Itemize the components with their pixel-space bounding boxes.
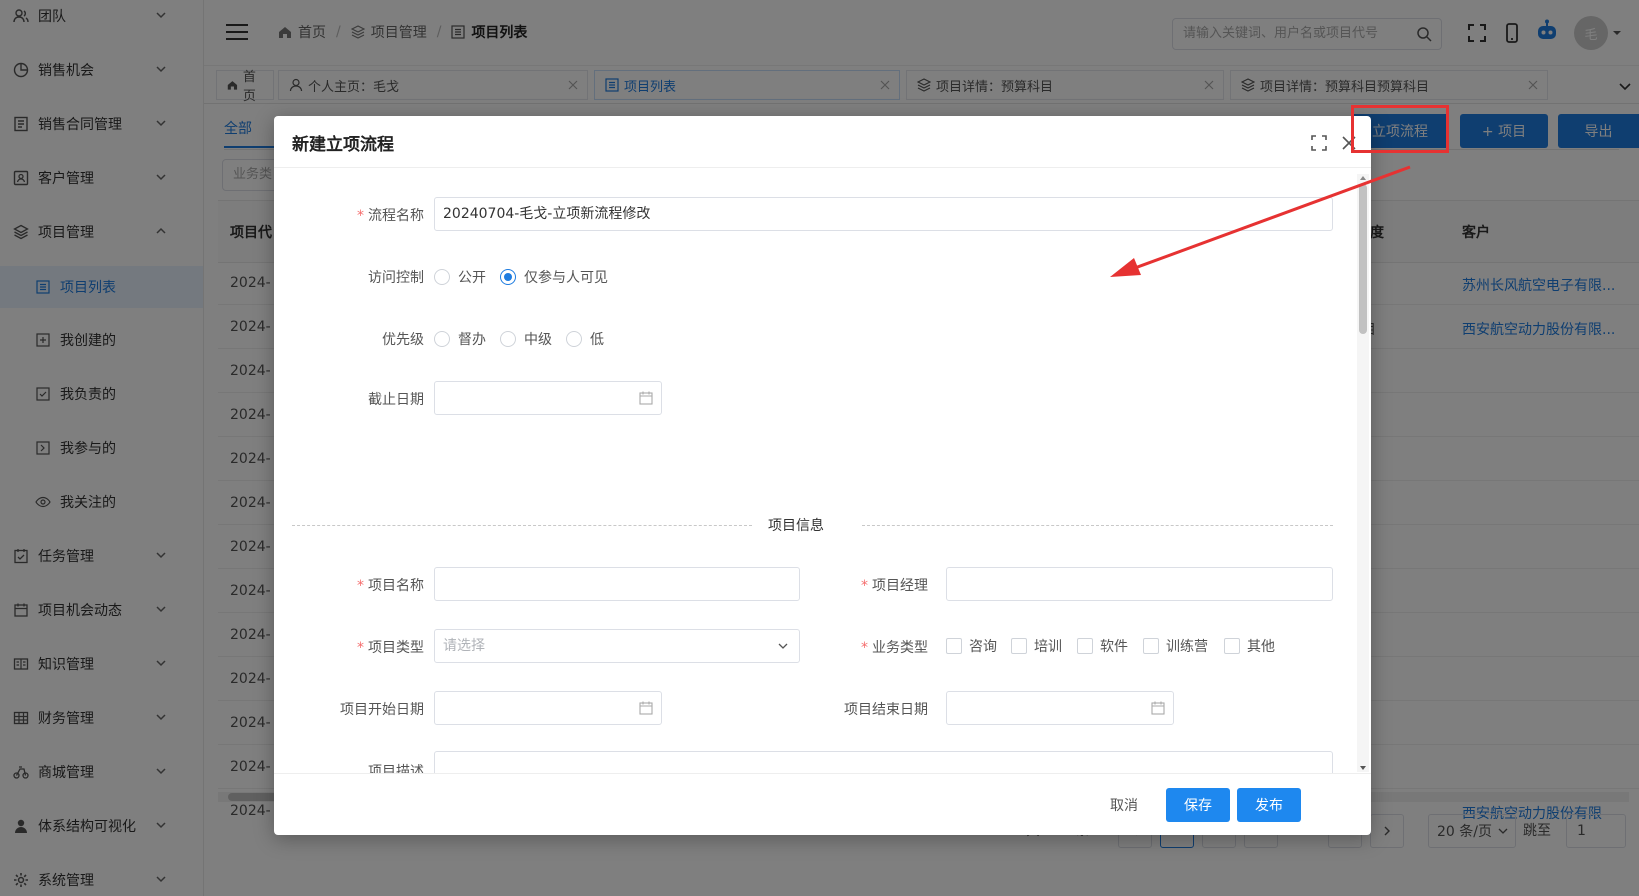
new-process-dialog: 新建立项流程 * 流程名称 20240704-毛戈-立项新流程修改 访问控制 公开… bbox=[274, 116, 1371, 835]
checkbox-box bbox=[946, 638, 962, 654]
dialog-title: 新建立项流程 bbox=[292, 135, 394, 155]
checkbox-label: 其他 bbox=[1247, 639, 1275, 655]
radio-dot bbox=[500, 331, 516, 347]
business-training-checkbox[interactable]: 培训 bbox=[1011, 636, 1062, 656]
business-consulting-checkbox[interactable]: 咨询 bbox=[946, 636, 997, 656]
radio-label: 低 bbox=[590, 332, 604, 348]
section-divider bbox=[292, 525, 752, 526]
business-other-checkbox[interactable]: 其他 bbox=[1224, 636, 1275, 656]
dialog-header: 新建立项流程 bbox=[274, 116, 1371, 168]
label-text: 流程名称 bbox=[368, 208, 424, 224]
access-control-label: 访问控制 bbox=[368, 270, 424, 286]
checkbox-label: 咨询 bbox=[969, 639, 997, 655]
checkbox-box bbox=[1224, 638, 1240, 654]
project-name-input[interactable] bbox=[434, 567, 800, 601]
priority-urgent-radio[interactable]: 督办 bbox=[434, 329, 486, 349]
business-bootcamp-checkbox[interactable]: 训练营 bbox=[1143, 636, 1208, 656]
radio-label: 仅参与人可见 bbox=[524, 270, 608, 286]
label-text: 项目经理 bbox=[872, 578, 928, 594]
end-date-label: 项目结束日期 bbox=[844, 702, 928, 718]
cancel-button[interactable]: 取消 bbox=[1096, 788, 1152, 822]
project-manager-label: * 项目经理 bbox=[818, 575, 928, 595]
project-type-label: * 项目类型 bbox=[314, 637, 424, 657]
end-date-picker[interactable] bbox=[946, 691, 1174, 725]
scrollbar-thumb[interactable] bbox=[1359, 184, 1367, 334]
project-name-label: * 项目名称 bbox=[314, 575, 424, 595]
project-type-select[interactable]: 请选择 bbox=[434, 629, 800, 663]
publish-button[interactable]: 发布 bbox=[1237, 788, 1301, 822]
access-public-radio[interactable]: 公开 bbox=[434, 267, 486, 287]
dialog-scrollbar[interactable] bbox=[1357, 174, 1369, 772]
checkbox-box bbox=[1011, 638, 1027, 654]
required-mark: * bbox=[861, 578, 868, 594]
required-mark: * bbox=[861, 640, 868, 656]
required-mark: * bbox=[357, 640, 364, 656]
access-participants-radio[interactable]: 仅参与人可见 bbox=[500, 267, 608, 287]
calendar-icon bbox=[639, 391, 653, 405]
priority-medium-radio[interactable]: 中级 bbox=[500, 329, 552, 349]
annotation-highlight-box bbox=[1351, 105, 1449, 153]
project-manager-input[interactable] bbox=[946, 567, 1333, 601]
section-divider bbox=[862, 525, 1333, 526]
dialog-body: * 流程名称 20240704-毛戈-立项新流程修改 访问控制 公开 仅参与人可见… bbox=[274, 169, 1355, 773]
checkbox-box bbox=[1143, 638, 1159, 654]
maximize-icon[interactable] bbox=[1310, 134, 1328, 152]
required-mark: * bbox=[357, 578, 364, 594]
label-text: 项目类型 bbox=[368, 640, 424, 656]
priority-label: 优先级 bbox=[382, 332, 424, 348]
calendar-icon bbox=[1151, 701, 1165, 715]
description-textarea[interactable] bbox=[434, 751, 1333, 773]
section-title: 项目信息 bbox=[768, 518, 824, 534]
save-button[interactable]: 保存 bbox=[1166, 788, 1230, 822]
scroll-up-icon[interactable] bbox=[1359, 174, 1367, 182]
radio-label: 督办 bbox=[458, 332, 486, 348]
start-date-label: 项目开始日期 bbox=[340, 702, 424, 718]
checkbox-box bbox=[1077, 638, 1093, 654]
radio-dot bbox=[566, 331, 582, 347]
dialog-footer: 取消 保存 发布 bbox=[274, 773, 1371, 835]
checkbox-label: 软件 bbox=[1100, 639, 1128, 655]
label-text: 项目名称 bbox=[368, 578, 424, 594]
description-label: 项目描述 bbox=[368, 764, 424, 773]
process-name-label: * 流程名称 bbox=[314, 205, 424, 225]
label-text: 业务类型 bbox=[872, 640, 928, 656]
radio-dot bbox=[434, 269, 450, 285]
required-mark: * bbox=[357, 208, 364, 224]
radio-label: 中级 bbox=[524, 332, 552, 348]
business-type-label: * 业务类型 bbox=[818, 637, 928, 657]
process-name-input[interactable]: 20240704-毛戈-立项新流程修改 bbox=[434, 197, 1333, 231]
chevron-down-icon bbox=[778, 643, 788, 649]
radio-label: 公开 bbox=[458, 270, 486, 286]
checkbox-label: 培训 bbox=[1034, 639, 1062, 655]
radio-dot bbox=[434, 331, 450, 347]
radio-dot bbox=[500, 269, 516, 285]
deadline-date-picker[interactable] bbox=[434, 381, 662, 415]
deadline-label: 截止日期 bbox=[368, 392, 424, 408]
select-placeholder: 请选择 bbox=[443, 638, 485, 654]
start-date-picker[interactable] bbox=[434, 691, 662, 725]
priority-low-radio[interactable]: 低 bbox=[566, 329, 604, 349]
business-software-checkbox[interactable]: 软件 bbox=[1077, 636, 1128, 656]
calendar-icon bbox=[639, 701, 653, 715]
scroll-down-icon[interactable] bbox=[1359, 764, 1367, 772]
checkbox-label: 训练营 bbox=[1166, 639, 1208, 655]
